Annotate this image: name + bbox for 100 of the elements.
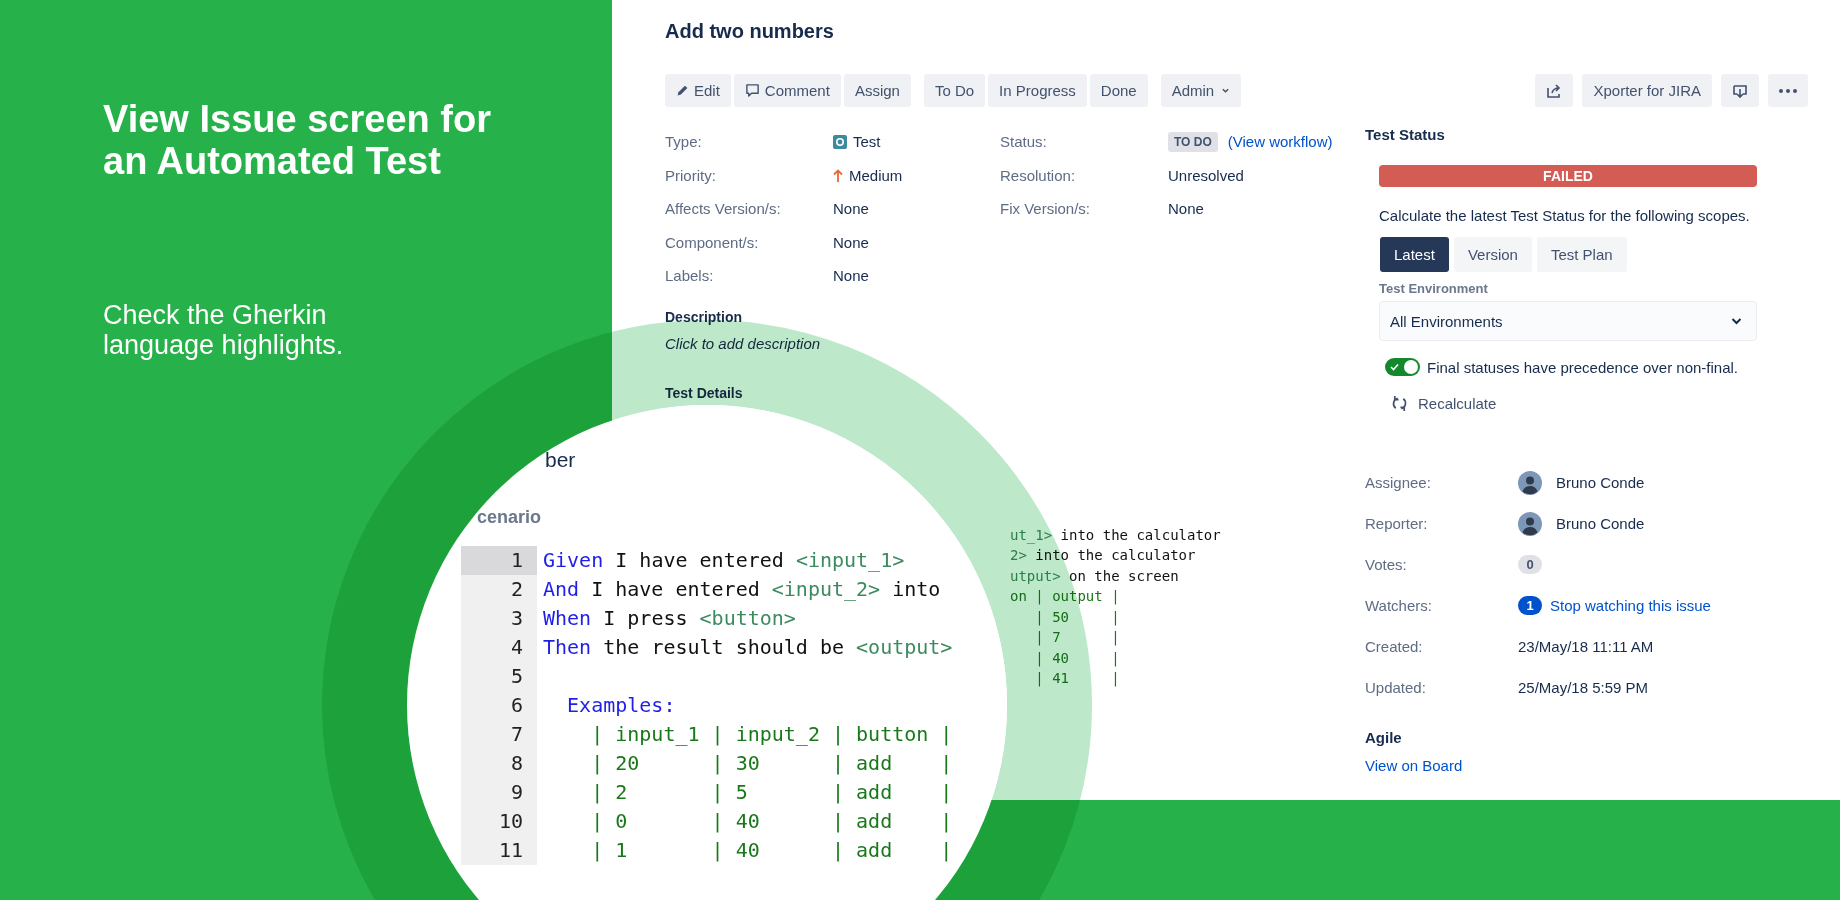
code-line: | 1 | 40 | add | (590, 837, 953, 864)
line-number: 2 (461, 575, 537, 604)
toolbar-button[interactable]: To Do (923, 74, 986, 107)
scope-tab[interactable]: Latest (1380, 237, 1449, 272)
watcher-count: 1 (1518, 596, 1542, 615)
line-number: 4 (461, 633, 537, 662)
code-line: 2> into the calculator (1010, 546, 1196, 565)
admin-menu-button[interactable]: Admin (1160, 74, 1242, 107)
code-line: Given I have entered <input_1> (542, 547, 905, 574)
field-label: Fix Version/s: (1000, 200, 1092, 218)
refresh-icon (1391, 395, 1408, 412)
field-value: 25/May/18 5:59 PM (1518, 679, 1649, 696)
speech-bubble-icon (744, 83, 760, 98)
field-value: Medium (849, 166, 903, 184)
scope-description: Calculate the latest Test Status for the following scopes. (1379, 206, 1751, 226)
vote-count: 0 (1518, 555, 1542, 574)
code-line: utput> on the screen (1010, 566, 1179, 586)
code-line: on | output | (1010, 587, 1120, 607)
code-line: Then the result should be <output> (542, 634, 953, 661)
test-type-icon (833, 134, 847, 149)
field-value: Unresolved (1168, 166, 1244, 184)
toggle-label: Final statuses have precedence over non-final. (1427, 358, 1738, 376)
line-number: 8 (461, 749, 537, 778)
field-label: Votes: (1365, 556, 1408, 573)
field-value: None (833, 233, 869, 251)
environment-label: Test Environment (1379, 281, 1489, 296)
section-label: cenario (477, 507, 542, 528)
stop-watching-link[interactable]: Stop watching this issue (1550, 597, 1711, 614)
status-lozenge: TO DO (1168, 131, 1218, 152)
line-number: 10 (461, 807, 537, 836)
more-button[interactable] (1768, 74, 1808, 107)
field-value: Test (853, 133, 881, 151)
heading-fragment: ber (545, 447, 576, 473)
promo-subtitle: Check the Gherkin language highlights. (103, 300, 345, 360)
toolbar-button[interactable]: Done (1089, 74, 1148, 107)
check-icon (1390, 363, 1399, 371)
line-number: 9 (461, 778, 537, 807)
field-value: None (833, 200, 869, 218)
recalculate-button[interactable]: Recalculate (1391, 395, 1497, 412)
code-line: | 41 | (1034, 669, 1120, 689)
code-line: | 7 | (1034, 628, 1120, 648)
field-label: Type: (665, 133, 703, 151)
field-value: 23/May/18 11:11 AM (1518, 638, 1654, 655)
line-number: 11 (461, 836, 537, 865)
comment-button[interactable]: Comment (733, 74, 841, 107)
scope-tab[interactable]: Test Plan (1536, 237, 1627, 272)
environment-select[interactable]: All Environments (1379, 301, 1757, 341)
field-label: Reporter: (1365, 515, 1429, 532)
user-name: Bruno Conde (1556, 515, 1645, 532)
section-heading: Test Details (665, 384, 744, 401)
description-prompt[interactable]: Click to add description (665, 334, 1365, 352)
section-heading: Agile (1365, 728, 1403, 748)
field-label: Created: (1365, 638, 1424, 655)
test-result-bar: FAILED (1379, 165, 1757, 187)
issue-title: Add two numbers (665, 19, 835, 43)
code-line: | 20 | 30 | add | (590, 750, 953, 777)
line-number: 6 (461, 691, 537, 720)
field-label: Watchers: (1365, 597, 1433, 614)
chevron-down-icon (1731, 317, 1742, 325)
promo-title: View Issue screen for an Automated Test (103, 98, 492, 182)
field-label: Labels: (665, 267, 715, 285)
code-line: | 2 | 5 | add | (590, 779, 953, 806)
field-label: Priority: (665, 166, 717, 184)
export-button[interactable] (1721, 74, 1759, 107)
field-value: None (1168, 200, 1204, 218)
download-icon (1732, 82, 1748, 99)
toggle-switch[interactable] (1385, 358, 1420, 376)
line-number: 1 (461, 546, 537, 575)
field-label: Status: (1000, 133, 1048, 151)
field-label: Component/s: (665, 233, 760, 251)
section-heading: Description (665, 308, 743, 325)
arrow-up-icon (833, 168, 843, 182)
scope-tab[interactable]: Version (1453, 237, 1532, 272)
pencil-icon (676, 84, 689, 97)
code-line: | 0 | 40 | add | (590, 808, 953, 835)
view-on-board-link[interactable]: View on Board (1365, 757, 1463, 774)
share-icon (1546, 82, 1563, 99)
toolbar-button[interactable]: In Progress (988, 74, 1087, 107)
field-label: Updated: (1365, 679, 1427, 696)
edit-button[interactable]: Edit (665, 74, 731, 107)
section-heading: Test Status (1365, 125, 1446, 145)
field-value: None (833, 267, 869, 285)
code-line: Examples: (566, 692, 676, 719)
field-label: Affects Version/s: (665, 200, 782, 218)
line-number: 3 (461, 604, 537, 633)
share-button[interactable] (1535, 74, 1574, 107)
line-number: 7 (461, 720, 537, 749)
code-line: When I press <button> (542, 605, 796, 632)
avatar-icon (1518, 511, 1542, 536)
toolbar-button[interactable]: Assign (843, 74, 911, 107)
field-label: Resolution: (1000, 166, 1077, 184)
code-line: | input_1 | input_2 | button | (590, 721, 953, 748)
toolbar-button[interactable]: Xporter for JIRA (1582, 74, 1712, 107)
user-name: Bruno Conde (1556, 474, 1645, 491)
workflow-link[interactable]: (View workflow) (1227, 133, 1333, 151)
caret-icon (1221, 86, 1231, 95)
code-line: ut_1> into the calculator (1010, 525, 1221, 545)
avatar-icon (1518, 470, 1542, 495)
field-label: Assignee: (1365, 474, 1432, 491)
code-line: And I have entered <input_2> into (542, 576, 941, 603)
